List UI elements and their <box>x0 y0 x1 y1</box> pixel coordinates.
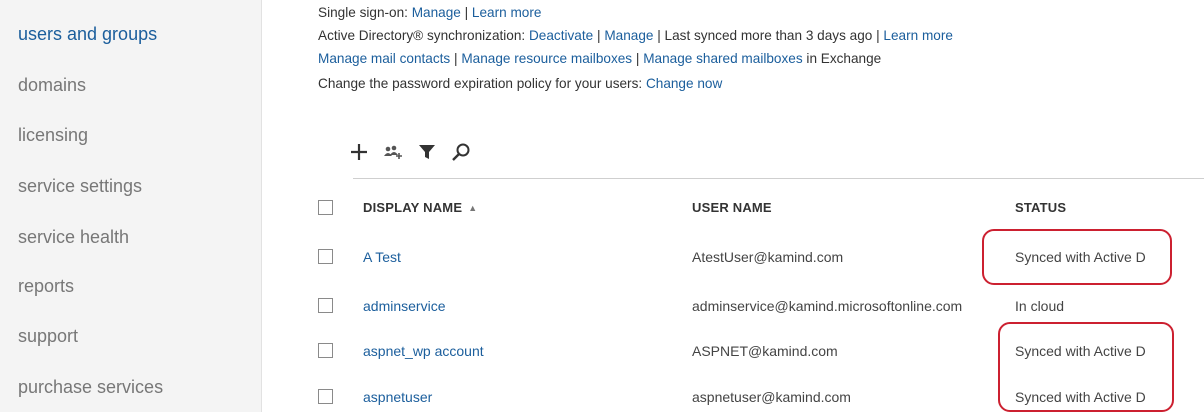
sidebar-item-domains[interactable]: domains <box>18 75 86 96</box>
table-row[interactable]: aspnet_wp account ASPNET@kamind.com Sync… <box>318 331 1204 371</box>
row-checkbox[interactable] <box>318 343 333 358</box>
separator: | <box>593 28 605 43</box>
table-header-row: DISPLAY NAME ▲ USER NAME STATUS <box>318 188 1204 228</box>
ad-sync-line: Active Directory® synchronization: Deact… <box>318 28 953 43</box>
sidebar-item-support[interactable]: support <box>18 326 78 347</box>
ad-sync-learn-more-link[interactable]: Learn more <box>883 28 953 43</box>
user-name-cell: adminservice@kamind.microsoftonline.com <box>692 298 963 314</box>
status-cell: Synced with Active D <box>1015 389 1146 405</box>
sidebar-item-service-settings[interactable]: service settings <box>18 176 142 197</box>
select-all-checkbox[interactable] <box>318 200 333 215</box>
column-header-display-name[interactable]: DISPLAY NAME ▲ <box>363 200 663 215</box>
user-name-cell: ASPNET@kamind.com <box>692 343 838 359</box>
sso-label: Single sign-on: <box>318 5 412 20</box>
table-row[interactable]: adminservice adminservice@kamind.microso… <box>318 286 1204 326</box>
password-policy-line: Change the password expiration policy fo… <box>318 76 722 91</box>
row-checkbox[interactable] <box>318 249 333 264</box>
display-name-header-label: DISPLAY NAME <box>363 200 463 215</box>
sso-manage-link[interactable]: Manage <box>412 5 461 20</box>
password-policy-label: Change the password expiration policy fo… <box>318 76 646 91</box>
row-checkbox[interactable] <box>318 389 333 404</box>
display-name-link[interactable]: adminservice <box>363 298 663 314</box>
plus-icon[interactable] <box>346 138 372 166</box>
display-name-link[interactable]: aspnetuser <box>363 389 663 405</box>
users-add-icon[interactable] <box>380 138 406 166</box>
change-now-link[interactable]: Change now <box>646 76 722 91</box>
manage-mail-contacts-link[interactable]: Manage mail contacts <box>318 51 450 66</box>
search-icon[interactable] <box>448 138 474 166</box>
status-cell: Synced with Active D <box>1015 249 1146 265</box>
ad-sync-label: Active Directory® synchronization: <box>318 28 529 43</box>
table-row[interactable]: aspnetuser aspnetuser@kamind.com Synced … <box>318 377 1204 412</box>
display-name-link[interactable]: aspnet_wp account <box>363 343 663 359</box>
column-header-status[interactable]: STATUS <box>1015 200 1180 215</box>
sort-ascending-icon: ▲ <box>468 203 478 213</box>
display-name-link[interactable]: A Test <box>363 249 663 265</box>
sidebar: users and groups domains licensing servi… <box>0 0 262 412</box>
exchange-suffix: in Exchange <box>802 51 882 66</box>
user-name-cell: AtestUser@kamind.com <box>692 249 844 265</box>
row-checkbox[interactable] <box>318 298 333 313</box>
sidebar-item-users-and-groups[interactable]: users and groups <box>18 24 157 45</box>
separator: | <box>632 51 644 66</box>
user-name-cell: aspnetuser@kamind.com <box>692 389 851 405</box>
separator: | <box>450 51 462 66</box>
sso-learn-more-link[interactable]: Learn more <box>472 5 542 20</box>
sidebar-item-purchase-services[interactable]: purchase services <box>18 377 163 398</box>
status-cell: Synced with Active D <box>1015 343 1146 359</box>
table-top-divider <box>353 178 1204 179</box>
main-content: Single sign-on: Manage | Learn more Acti… <box>318 0 1204 412</box>
sidebar-item-licensing[interactable]: licensing <box>18 125 88 146</box>
sidebar-item-service-health[interactable]: service health <box>18 227 129 248</box>
column-header-user-name[interactable]: USER NAME <box>692 200 1008 215</box>
table-row[interactable]: A Test AtestUser@kamind.com Synced with … <box>318 237 1204 277</box>
manage-shared-mailboxes-link[interactable]: Manage shared mailboxes <box>643 51 802 66</box>
filter-icon[interactable] <box>414 138 440 166</box>
last-synced-text: | Last synced more than 3 days ago | <box>653 28 884 43</box>
manage-resource-mailboxes-link[interactable]: Manage resource mailboxes <box>461 51 632 66</box>
separator: | <box>460 5 472 20</box>
sidebar-item-reports[interactable]: reports <box>18 276 74 297</box>
exchange-line: Manage mail contacts | Manage resource m… <box>318 51 881 66</box>
sso-line: Single sign-on: Manage | Learn more <box>318 5 541 20</box>
ad-sync-manage-link[interactable]: Manage <box>604 28 653 43</box>
status-cell: In cloud <box>1015 298 1065 314</box>
ad-sync-deactivate-link[interactable]: Deactivate <box>529 28 593 43</box>
